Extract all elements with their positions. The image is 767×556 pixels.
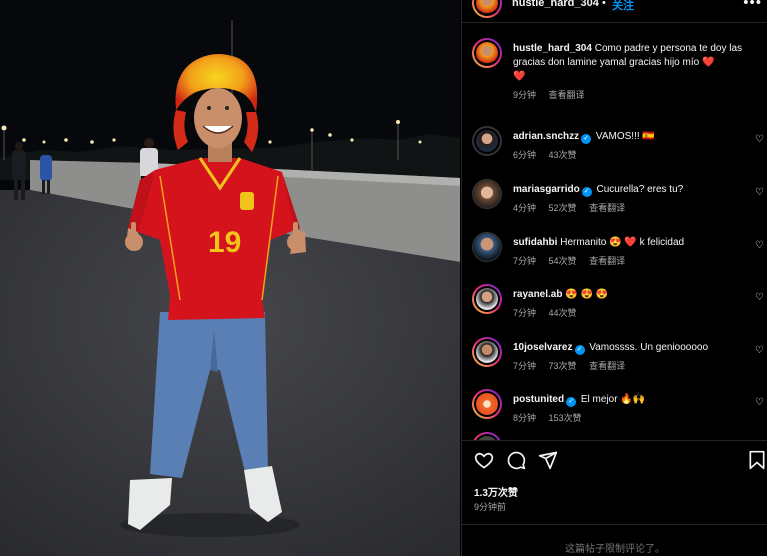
post-header: hustle_hard_304 • 关注 ••• (462, 0, 767, 20)
comment-text: VAMOS!!! 🇪🇸 (595, 131, 655, 142)
verified-icon: ✓ (574, 345, 585, 355)
heart-icon[interactable]: ♡ (755, 134, 764, 145)
avatar[interactable] (472, 432, 502, 440)
comment-text: Cucurella? eres tu? (596, 184, 684, 195)
see-translation-link[interactable]: 查看翻译 (589, 361, 625, 371)
comment-username[interactable]: 10joselvarez (513, 342, 573, 353)
post-photo: 19 (0, 0, 460, 556)
comment-username[interactable]: postunited (513, 394, 564, 405)
share-icon[interactable] (538, 450, 558, 475)
comment-icon[interactable] (506, 450, 526, 475)
verified-icon: ✓ (581, 134, 592, 144)
see-translation-link[interactable]: 查看翻译 (549, 90, 585, 100)
header-divider (462, 22, 767, 23)
comment-likes[interactable]: 43次赞 (549, 150, 577, 160)
comment-username[interactable]: sufidahbi (513, 237, 557, 248)
comment-time: 7分钟 (513, 256, 537, 266)
author-username[interactable]: hustle_hard_304 (512, 0, 599, 9)
comment-time: 7分钟 (513, 361, 537, 371)
heart-icon[interactable]: ♡ (755, 240, 764, 251)
comment-username[interactable]: mariasgarrido (513, 184, 580, 195)
comment-text-extra: ❤️ (513, 71, 526, 82)
author-avatar[interactable] (472, 0, 502, 18)
comment-time: 8分钟 (513, 413, 537, 423)
comment-likes[interactable]: 73次赞 (549, 361, 577, 371)
header-separator: • (602, 0, 606, 9)
post-time: 9分钟前 (474, 502, 507, 512)
heart-icon[interactable]: ♡ (755, 397, 764, 408)
comment-likes[interactable]: 44次赞 (549, 308, 577, 318)
avatar[interactable] (472, 284, 502, 314)
heart-icon[interactable] (474, 450, 494, 475)
follow-button[interactable]: 关注 (612, 0, 634, 13)
comment-time: 4分钟 (513, 203, 537, 213)
comment-time: 7分钟 (513, 308, 537, 318)
photo-scene: 19 (0, 0, 460, 556)
heart-icon[interactable]: ♡ (755, 345, 764, 356)
jersey-number: 19 (208, 226, 241, 259)
comment-time: 9分钟 (513, 90, 537, 100)
avatar[interactable] (472, 232, 502, 262)
avatar[interactable] (472, 337, 502, 367)
verified-icon: ✓ (581, 187, 592, 197)
likes-count[interactable]: 1.3万次赞 (474, 484, 518, 499)
comment-text: Hermanito 😍 ❤️ k felicidad (560, 237, 685, 248)
verified-icon: ✓ (566, 397, 577, 407)
comment-likes[interactable]: 52次赞 (549, 203, 577, 213)
heart-icon[interactable]: ♡ (755, 187, 764, 198)
comment-username[interactable]: rayanel.ab (513, 289, 562, 300)
comment-text: 😍 😍 😍 (565, 289, 609, 300)
comment-text: Vamossss. Un genioooooo (589, 342, 709, 353)
post-panel: hustle_hard_304 • 关注 ••• hustle_hard_304… (461, 0, 767, 556)
comment-likes[interactable]: 54次赞 (549, 256, 577, 266)
comments-list[interactable]: hustle_hard_304 Como padre y persona te … (462, 30, 767, 440)
avatar[interactable] (472, 38, 502, 68)
comment-text: El mejor 🔥🙌 (580, 394, 646, 405)
action-bar (474, 450, 766, 475)
comment-likes[interactable]: 153次赞 (549, 413, 582, 423)
see-translation-link[interactable]: 查看翻译 (589, 203, 625, 213)
bookmark-icon[interactable] (748, 450, 766, 475)
actions-divider (462, 440, 767, 441)
see-translation-link[interactable]: 查看翻译 (589, 256, 625, 266)
more-icon[interactable]: ••• (743, 0, 762, 11)
comment-username[interactable]: adrian.snchzz (513, 131, 579, 142)
comments-limited-notice: 这篇帖子限制评论了。 (565, 544, 665, 555)
comment-username[interactable]: hustle_hard_304 (513, 43, 592, 54)
heart-icon[interactable]: ♡ (755, 292, 764, 303)
comment-time: 6分钟 (513, 150, 537, 160)
avatar[interactable] (472, 179, 502, 209)
comments-divider (462, 524, 767, 525)
avatar[interactable] (472, 126, 502, 156)
avatar[interactable] (472, 389, 502, 419)
